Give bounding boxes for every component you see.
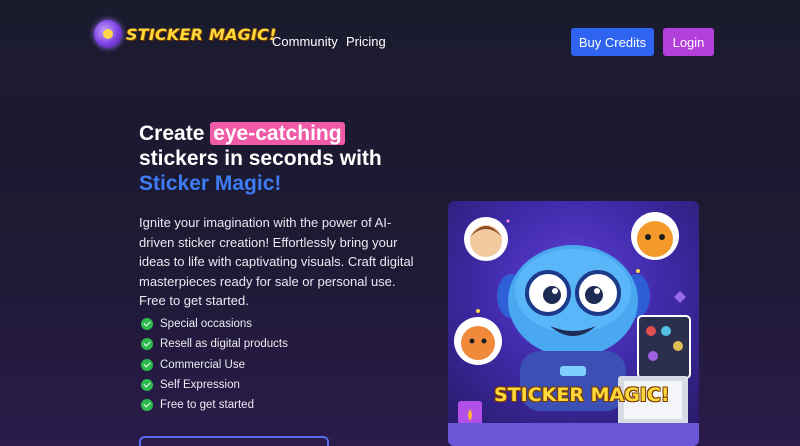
hero-description: Ignite your imagination with the power o… bbox=[139, 215, 414, 308]
check-circle-icon bbox=[141, 379, 153, 392]
navbar: STICKER MAGIC! Community Pricing Buy Cre… bbox=[0, 0, 800, 84]
nav-link-pricing[interactable]: Pricing bbox=[346, 34, 386, 49]
feature-item: Resell as digital products bbox=[141, 334, 288, 354]
hero-illustration: STICKER MAGIC! bbox=[448, 201, 699, 446]
feature-label: Resell as digital products bbox=[160, 338, 288, 351]
check-circle-icon bbox=[141, 358, 153, 371]
feature-label: Commercial Use bbox=[160, 358, 245, 371]
headline-text-2: stickers in seconds with bbox=[139, 147, 382, 170]
feature-label: Self Expression bbox=[160, 379, 240, 392]
robot-illustration bbox=[448, 212, 699, 446]
check-circle-icon bbox=[141, 318, 153, 331]
headline-brand: Sticker Magic! bbox=[139, 172, 282, 195]
feature-label: Special occasions bbox=[160, 318, 253, 331]
check-circle-icon bbox=[141, 399, 153, 412]
feature-item: Free to get started bbox=[141, 395, 288, 415]
feature-label: Free to get started bbox=[160, 399, 254, 412]
cta-button[interactable] bbox=[139, 436, 329, 446]
headline-text-1: Create bbox=[139, 122, 211, 145]
nav-link-community[interactable]: Community bbox=[272, 34, 338, 49]
buy-credits-button[interactable]: Buy Credits bbox=[571, 28, 654, 56]
headline-highlight: eye-catching bbox=[210, 122, 345, 145]
hero-headline: Create eye-catching stickers in seconds … bbox=[139, 121, 429, 196]
logo[interactable]: STICKER MAGIC! bbox=[94, 20, 277, 48]
login-button[interactable]: Login bbox=[663, 28, 714, 56]
feature-item: Self Expression bbox=[141, 375, 288, 395]
feature-list: Special occasions Resell as digital prod… bbox=[141, 314, 288, 415]
logo-badge-icon bbox=[94, 20, 122, 48]
feature-item: Commercial Use bbox=[141, 355, 288, 375]
feature-item: Special occasions bbox=[141, 314, 288, 334]
logo-text: STICKER MAGIC! bbox=[126, 24, 277, 44]
check-circle-icon bbox=[141, 338, 153, 351]
illustration-banner: STICKER MAGIC! bbox=[494, 384, 670, 406]
